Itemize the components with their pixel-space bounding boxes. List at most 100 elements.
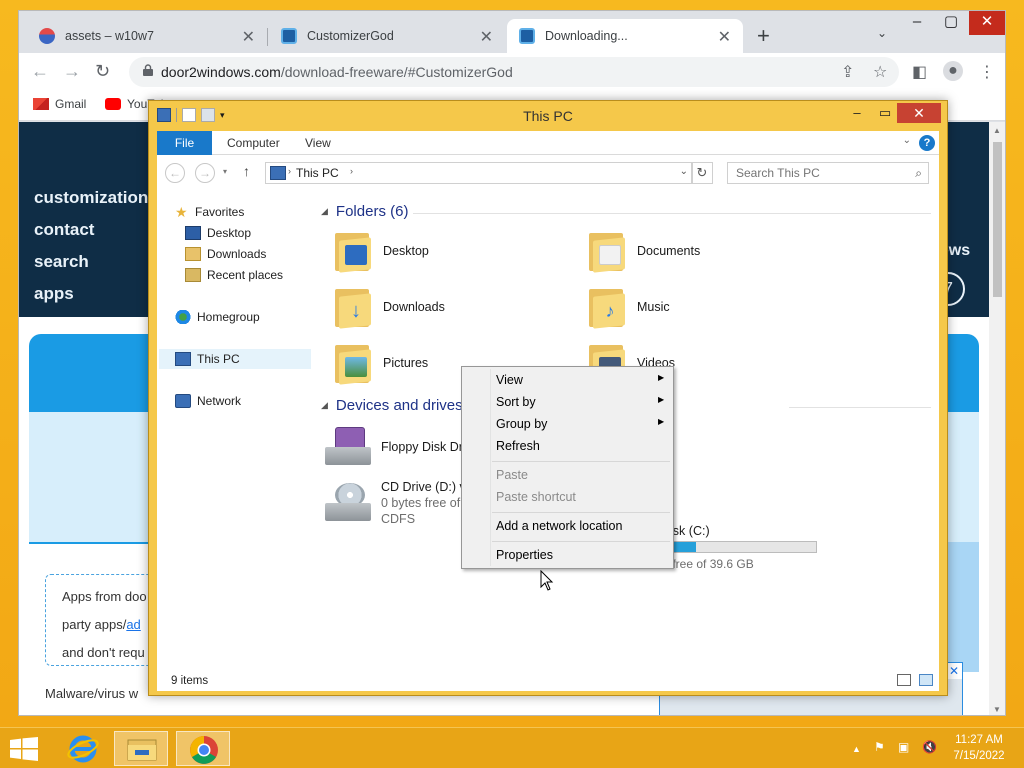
nav-favorites[interactable]: ★ Favorites [175,205,244,219]
explorer-titlebar[interactable]: ▾ This PC – ▭ ✕ [149,101,947,131]
tab-downloading[interactable]: Downloading... ✕ [507,19,743,53]
share-icon[interactable]: ⇪ [841,62,854,82]
music-folder-icon: ♪ [587,285,627,329]
drive-floppy[interactable]: Floppy Disk Dr [325,425,463,469]
explorer-address-bar[interactable]: › This PC › ⌄ [265,162,693,184]
details-view-icon[interactable] [897,674,911,686]
folder-desktop[interactable]: Desktop [333,229,429,273]
large-icons-view-icon[interactable] [919,674,933,686]
volume-muted-icon[interactable]: 🔇 [922,740,937,754]
file-explorer-icon [127,739,157,761]
ribbon-tabs: File Computer View ⌄ ? [157,131,939,155]
side-panel-icon[interactable]: ◧ [912,62,927,82]
group-divider [789,407,931,408]
explorer-minimize-icon[interactable]: – [843,103,871,123]
collapse-triangle-icon[interactable]: ◢ [321,206,328,217]
forward-arrow-icon[interactable]: → [63,61,81,82]
submenu-arrow-icon: ▶ [658,373,665,382]
scrollbar-thumb[interactable] [993,142,1002,297]
scroll-down-icon[interactable]: ▼ [993,705,1001,714]
recent-locations-chevron-icon[interactable]: ▾ [223,167,227,176]
menu-item-sort-by[interactable]: Sort by ▶ [496,395,664,409]
search-box[interactable]: ⌕ [727,162,929,184]
this-pc-icon [270,166,286,180]
collapse-triangle-icon[interactable]: ◢ [321,400,328,411]
explorer-maximize-icon[interactable]: ▭ [871,103,899,123]
drive-cd[interactable]: CD Drive (D:) v 0 bytes free of CDFS [325,479,466,527]
tab-view[interactable]: View [291,131,345,155]
windows-start-icon[interactable] [10,737,38,761]
nav-this-pc[interactable]: This PC [159,349,311,369]
nav-link-customization[interactable]: customization [34,188,148,208]
folder-documents[interactable]: Documents [587,229,700,273]
reload-icon[interactable]: ↻ [95,61,110,82]
info-link[interactable]: ad [126,617,140,632]
profile-avatar-icon[interactable]: ● [943,61,963,81]
taskbar-internet-explorer[interactable] [56,731,110,766]
menu-item-add-network-location[interactable]: Add a network location [496,519,622,533]
new-tab-plus-icon[interactable]: + [757,23,770,49]
taskbar-chrome[interactable] [176,731,230,766]
nav-link-search[interactable]: search [34,252,89,272]
breadcrumb-chevron-icon[interactable]: › [288,166,291,176]
nav-downloads[interactable]: Downloads [185,247,266,261]
explorer-close-icon[interactable]: ✕ [897,103,941,123]
show-hidden-icons-icon[interactable]: ▲ [852,744,861,754]
nav-network[interactable]: Network [175,394,241,408]
forward-arrow-icon[interactable]: → [195,163,215,183]
scroll-up-icon[interactable]: ▲ [993,126,1001,135]
up-arrow-icon[interactable]: ↑ [243,163,250,179]
address-dropdown-icon[interactable]: ⌄ [680,166,688,177]
close-window-icon[interactable]: ✕ [969,11,1005,35]
minimize-icon[interactable]: – [899,11,935,35]
taskbar-file-explorer[interactable] [114,731,168,766]
menu-item-paste[interactable]: Paste [496,468,528,482]
breadcrumb-this-pc[interactable]: This PC [296,166,339,180]
search-input[interactable] [728,163,928,183]
internet-explorer-icon [67,735,99,763]
tab-assets[interactable]: assets – w10w7 ✕ [27,19,267,53]
menu-item-view[interactable]: View ▶ [496,373,664,387]
ribbon-expand-chevron-icon[interactable]: ⌄ [903,135,911,146]
ad-close-icon[interactable]: ✕ [946,663,962,679]
close-tab-icon[interactable]: ✕ [242,27,255,47]
breadcrumb-chevron-icon[interactable]: › [350,166,353,176]
folder-pictures[interactable]: Pictures [333,341,428,385]
address-bar[interactable]: door2windows.com/download-freeware/#Cust… [129,57,899,87]
network-tray-icon[interactable]: ▣ [898,740,909,754]
help-icon[interactable]: ? [919,135,935,151]
nav-desktop[interactable]: Desktop [185,226,251,240]
back-arrow-icon[interactable]: ← [165,163,185,183]
menu-item-paste-shortcut[interactable]: Paste shortcut [496,490,576,504]
menu-item-properties[interactable]: Properties [496,548,553,562]
nav-label: Downloads [207,247,267,261]
folder-downloads[interactable]: ↓ Downloads [333,285,445,329]
folders-group-header[interactable]: ◢ Folders (6) [321,203,408,220]
menu-gutter [490,369,491,566]
nav-homegroup[interactable]: Homegroup [175,310,260,324]
tab-customizergod[interactable]: CustomizerGod ✕ [269,19,505,53]
refresh-icon[interactable]: ↻ [691,162,713,184]
tab-file[interactable]: File [157,131,212,155]
nav-link-contact[interactable]: contact [34,220,94,240]
menu-item-group-by[interactable]: Group by ▶ [496,417,664,431]
tab-search-chevron-icon[interactable]: ⌄ [877,26,887,40]
page-scrollbar[interactable]: ▲ ▼ [989,122,1005,715]
maximize-icon[interactable]: ▢ [933,11,969,35]
nav-recent-places[interactable]: Recent places [185,268,283,282]
back-arrow-icon[interactable]: ← [31,61,49,82]
system-clock[interactable]: 11:27 AM 7/15/2022 [944,732,1014,764]
devices-group-header[interactable]: ◢ Devices and drives [321,397,463,414]
tab-computer[interactable]: Computer [213,131,294,155]
menu-item-refresh[interactable]: Refresh [496,439,540,453]
downloads-folder-icon [185,247,201,261]
close-tab-icon[interactable]: ✕ [718,27,731,47]
bookmark-star-icon[interactable]: ☆ [873,62,887,82]
nav-link-apps[interactable]: apps [34,284,74,304]
close-tab-icon[interactable]: ✕ [480,27,493,47]
tab-label: Downloading... [545,29,628,43]
action-center-flag-icon[interactable]: ⚑ [874,740,885,754]
bookmark-gmail[interactable]: Gmail [33,97,86,111]
menu-kebab-icon[interactable]: ⋮ [979,62,995,82]
folder-music[interactable]: ♪ Music [587,285,670,329]
